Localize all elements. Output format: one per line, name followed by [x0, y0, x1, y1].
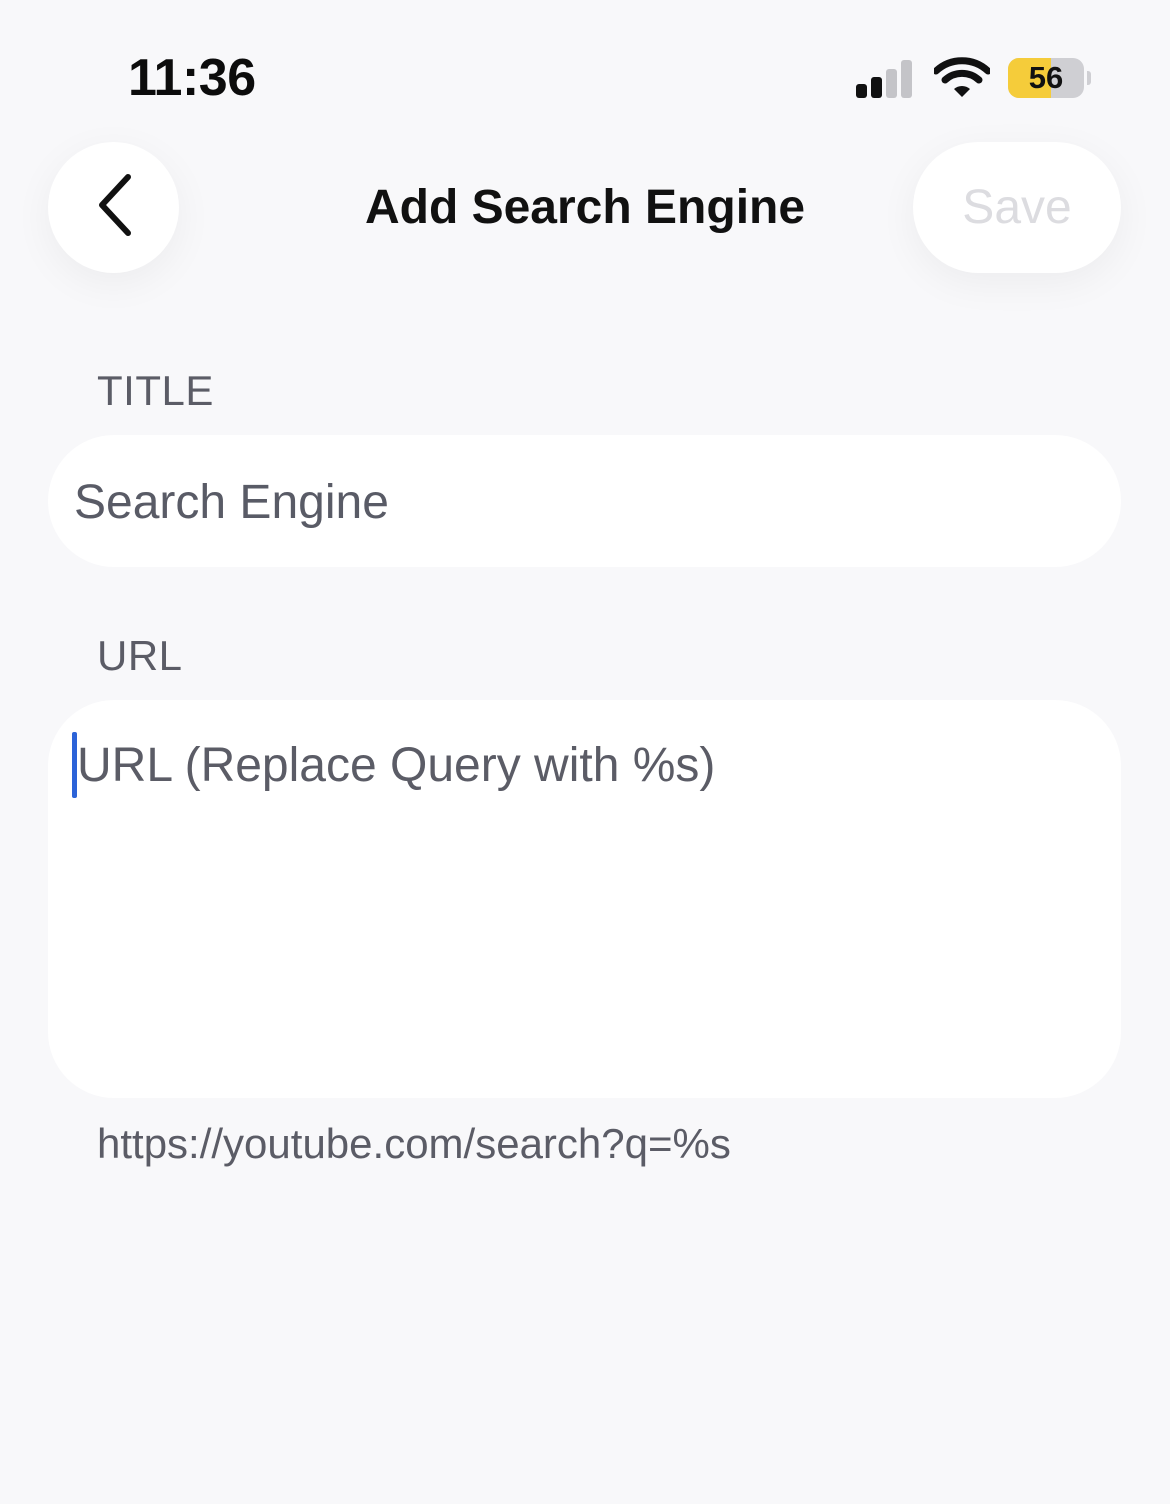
title-field[interactable]: Search Engine — [48, 435, 1121, 567]
url-label: URL — [97, 632, 183, 679]
wifi-icon — [932, 56, 992, 100]
cellular-signal-icon — [856, 58, 916, 98]
battery-terminal — [1087, 71, 1091, 85]
status-time: 11:36 — [128, 49, 256, 107]
title-label: TITLE — [97, 367, 214, 414]
url-field[interactable]: URL (Replace Query with %s) — [48, 700, 1121, 1098]
signal-bar — [901, 60, 912, 98]
url-field-placeholder: URL (Replace Query with %s) — [77, 739, 716, 792]
battery-level: 56 — [1028, 60, 1064, 95]
title-field-value: Search Engine — [74, 476, 389, 529]
signal-bar — [856, 84, 867, 98]
signal-bar — [886, 69, 897, 98]
signal-bar — [871, 77, 882, 98]
save-button[interactable]: Save — [913, 142, 1121, 273]
battery-icon: 56 — [1008, 58, 1084, 98]
chevron-left-icon — [94, 173, 134, 242]
page-title: Add Search Engine — [364, 181, 806, 234]
back-button[interactable] — [48, 142, 179, 273]
url-example-hint: https://youtube.com/search?q=%s — [97, 1120, 731, 1167]
